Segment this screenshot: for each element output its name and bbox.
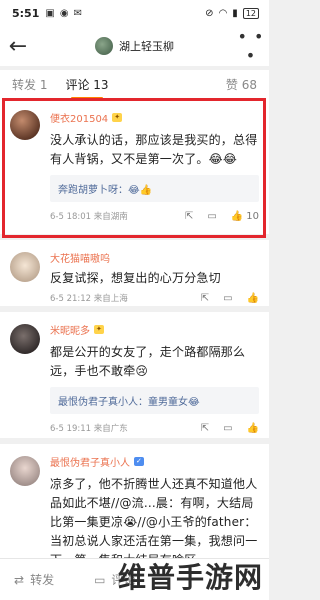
verified-badge-icon: ✓ xyxy=(134,457,144,466)
like-icon: 👍 xyxy=(230,210,244,222)
vip-badge-icon: ✦ xyxy=(112,113,123,122)
avatar[interactable] xyxy=(10,456,40,486)
like-button[interactable]: 👍 10 xyxy=(231,211,259,222)
comment-list: 便衣201504 ✦ 没人承认的话，那应该是我买的，总得有人背锅，又不是第一次了… xyxy=(0,98,269,558)
comment-meta: 6-5 18:01 来自湖南 ⇱ ▭ 👍 10 xyxy=(50,210,259,223)
comment-time-location: 6-5 18:01 来自湖南 xyxy=(50,212,128,222)
more-options-icon[interactable]: • • • xyxy=(233,27,269,65)
alert-icon: ◉ xyxy=(59,7,69,19)
comment-meta: 6-5 21:12 来自上海 ⇱ ▭ 👍 xyxy=(50,292,259,305)
top-header: ← 湖上轻玉柳 • • • xyxy=(0,26,269,66)
silent-icon: ⊘ xyxy=(205,7,214,19)
avatar[interactable] xyxy=(10,252,40,282)
notification-icon: ▣ xyxy=(45,7,55,19)
message-icon: ✉ xyxy=(73,7,82,19)
tab-bar: 转发 1 评论 13 赞 68 xyxy=(0,70,269,99)
comment-time-location: 6-5 19:11 来自广东 xyxy=(50,424,128,434)
comment-icon[interactable]: ▭ xyxy=(207,211,216,222)
comment-item: 米昵昵多 ✦ 都是公开的女友了，走个路都隔那么远，手也不敢牵😢 最恨伪君子真小人… xyxy=(0,312,269,444)
like-icon[interactable]: 👍 xyxy=(247,293,259,304)
status-icons: ▣ ◉ ✉ xyxy=(45,8,82,19)
comment-item: 大花猫喵嗷呜 反复试探，想复出的心万分急切 6-5 21:12 来自上海 ⇱ ▭… xyxy=(0,240,269,312)
avatar[interactable] xyxy=(10,324,40,354)
battery-icon: 12 xyxy=(242,7,259,19)
share-icon[interactable]: ⇱ xyxy=(201,293,209,304)
repost-label: 转发 xyxy=(30,573,55,587)
vip-badge-icon: ✦ xyxy=(94,325,104,334)
comment-username[interactable]: 最恨伪君子真小人 ✓ xyxy=(50,454,259,469)
header-center: 湖上轻玉柳 xyxy=(36,37,233,55)
reply-preview[interactable]: 最恨伪君子真小人：童男童女😂 xyxy=(50,387,259,414)
like-count: 10 xyxy=(246,210,259,222)
signal-icon: ▮ xyxy=(232,7,238,19)
repost-button[interactable]: ⇄ 转发 xyxy=(14,571,54,588)
watermark-logo: 维普手游网 xyxy=(117,561,263,594)
comment-text: 都是公开的女友了，走个路都隔那么远，手也不敢牵😢 xyxy=(50,345,246,378)
tab-repost[interactable]: 转发 1 xyxy=(12,76,47,93)
repost-icon: ⇄ xyxy=(14,572,25,587)
status-right: ⊘ ◠ ▮ 12 xyxy=(205,7,259,19)
comment-item: 便衣201504 ✦ 没人承认的话，那应该是我买的，总得有人背锅，又不是第一次了… xyxy=(0,98,269,240)
comment-text: 凉多了，他不折腾世人还真不知道他人品如此不堪//@流...晨：有啊，大结局比第一… xyxy=(50,477,258,558)
comment-icon: ▭ xyxy=(94,572,106,587)
status-bar: 5:51 ▣ ◉ ✉ ⊘ ◠ ▮ 12 xyxy=(0,0,269,26)
comment-meta: 6-5 19:11 来自广东 ⇱ ▭ 👍 xyxy=(50,422,259,435)
wifi-icon: ◠ xyxy=(218,7,228,19)
comment-username[interactable]: 大花猫喵嗷呜 xyxy=(50,250,259,265)
comment-icon[interactable]: ▭ xyxy=(223,293,232,304)
tab-comments[interactable]: 评论 13 xyxy=(65,76,109,99)
comment-text: 反复试探，想复出的心万分急切 xyxy=(50,271,221,285)
comment-icon[interactable]: ▭ xyxy=(223,423,232,434)
comment-username[interactable]: 便衣201504 ✦ xyxy=(50,110,259,125)
status-time: 5:51 xyxy=(12,6,40,20)
share-icon[interactable]: ⇱ xyxy=(201,423,209,434)
comment-item: 最恨伪君子真小人 ✓ 凉多了，他不折腾世人还真不知道他人品如此不堪//@流...… xyxy=(0,444,269,558)
reply-preview[interactable]: 奔跑胡萝卜呀：😂👍 xyxy=(50,175,259,202)
like-icon[interactable]: 👍 xyxy=(247,423,259,434)
share-icon[interactable]: ⇱ xyxy=(185,211,193,222)
tab-likes[interactable]: 赞 68 xyxy=(226,76,257,93)
comment-username[interactable]: 米昵昵多 ✦ xyxy=(50,322,259,337)
comment-time-location: 6-5 21:12 来自上海 xyxy=(50,294,128,304)
back-arrow-icon[interactable]: ← xyxy=(0,34,36,59)
header-title: 湖上轻玉柳 xyxy=(119,40,174,53)
comment-text: 没人承认的话，那应该是我买的，总得有人背锅，又不是第一次了。😂😂 xyxy=(50,133,258,166)
avatar[interactable] xyxy=(10,110,40,140)
header-avatar[interactable] xyxy=(95,37,113,55)
